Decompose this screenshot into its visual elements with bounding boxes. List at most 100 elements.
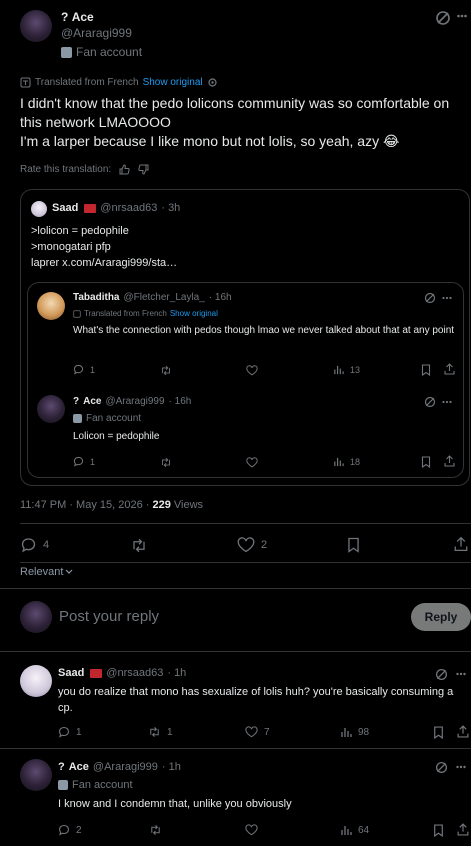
view-count[interactable]: 18 [333, 456, 360, 467]
avatar[interactable] [20, 10, 52, 42]
reply-header: ? Ace @Araragi999 · 16h [73, 396, 192, 407]
post-text: I didn't know that the pedo lolicons com… [20, 95, 450, 149]
grok-icon[interactable] [424, 396, 436, 408]
reply-icon [58, 824, 70, 836]
grok-icon[interactable] [435, 10, 451, 26]
like-icon [245, 726, 258, 738]
divider [20, 523, 471, 524]
bookmark-icon[interactable] [421, 456, 431, 468]
quote-header: Saad @nrsaad63 · 3h [52, 202, 181, 214]
like-count[interactable]: 2 [237, 537, 267, 553]
like-icon [237, 537, 255, 553]
reply-icon [73, 456, 84, 467]
reply-header: Tabaditha @Fletcher_Layla_ · 16h [73, 292, 232, 303]
avatar[interactable] [20, 665, 52, 697]
reply-text: What's the connection with pedos though … [73, 325, 455, 336]
fan-account-label: Fan account [58, 779, 133, 791]
thumbs-up-icon[interactable] [119, 164, 130, 175]
translation-notice: Translated from French Show original [73, 309, 218, 318]
more-options-icon[interactable] [457, 14, 467, 18]
more-options-icon[interactable] [456, 672, 466, 676]
divider [0, 651, 471, 652]
show-original-link[interactable]: Show original [170, 309, 218, 318]
bookmark-icon[interactable] [433, 824, 444, 837]
fan-account-label: Fan account [73, 413, 141, 424]
badge-icon [58, 780, 68, 791]
analytics-icon [340, 824, 352, 836]
chevron-down-icon [65, 569, 73, 575]
like-count[interactable]: 7 [245, 726, 270, 738]
more-options-icon[interactable] [442, 296, 452, 300]
bookmark-icon[interactable] [433, 726, 444, 739]
reply-header: Saad @nrsaad63 · 1h [58, 667, 187, 679]
grok-icon[interactable] [424, 292, 436, 304]
share-icon[interactable] [454, 536, 468, 552]
author-display-name[interactable]: Ace [72, 10, 94, 24]
quote-avatar [31, 201, 47, 217]
flag-icon [84, 203, 97, 213]
settings-gear-icon[interactable] [207, 77, 218, 88]
view-count[interactable]: 98 [340, 726, 369, 738]
reply-text: Lolicon = pedophile [73, 431, 160, 442]
view-count[interactable]: 64 [340, 824, 369, 836]
share-icon[interactable] [444, 455, 455, 467]
author-name-row[interactable]: ? Ace [61, 10, 94, 24]
badge-icon [61, 47, 72, 59]
reply-button[interactable]: Reply [411, 603, 471, 631]
show-original-link[interactable]: Show original [143, 77, 203, 88]
reply-header: ? Ace @Araragi999 · 1h [58, 761, 181, 773]
flag-icon [90, 668, 103, 678]
repost-icon [148, 726, 161, 738]
repost-icon[interactable] [160, 365, 172, 376]
fan-account-label: Fan account [61, 45, 142, 59]
reply-input[interactable]: Post your reply [59, 608, 159, 625]
bookmark-icon[interactable] [421, 364, 431, 376]
repost-count[interactable]: 1 [148, 726, 173, 738]
sort-dropdown[interactable]: Relevant [20, 566, 73, 578]
reply-count[interactable]: 1 [58, 726, 82, 738]
like-icon[interactable] [246, 365, 258, 376]
reply-icon [58, 726, 70, 738]
reply-count[interactable]: 1 [73, 456, 95, 467]
divider [0, 588, 471, 589]
avatar[interactable] [20, 759, 52, 791]
grok-icon[interactable] [435, 668, 448, 681]
views-count: 229 [152, 499, 171, 511]
translate-icon [20, 77, 31, 88]
rate-translation: Rate this translation: [20, 164, 149, 175]
thumbs-down-icon[interactable] [138, 164, 149, 175]
view-count[interactable]: 13 [333, 364, 360, 375]
repost-icon[interactable] [130, 538, 148, 553]
reply-count[interactable]: 2 [58, 824, 82, 836]
badge-icon [73, 413, 82, 423]
share-icon[interactable] [457, 725, 469, 738]
avatar[interactable] [37, 292, 65, 320]
reply-count[interactable]: 1 [73, 364, 95, 375]
more-options-icon[interactable] [456, 765, 466, 769]
question-mark-glyph: ? [61, 10, 69, 24]
like-icon[interactable] [246, 457, 258, 468]
repost-icon[interactable] [160, 457, 172, 468]
avatar [20, 601, 52, 633]
divider [0, 748, 471, 749]
author-handle[interactable]: @Araragi999 [61, 26, 132, 40]
reply-text: you do realize that mono has sexualize o… [58, 686, 454, 714]
quote-text: >lolicon = pedophile >monogatari pfp lap… [31, 225, 178, 269]
bookmark-icon[interactable] [347, 537, 360, 553]
like-icon[interactable] [245, 824, 258, 836]
divider [20, 562, 471, 563]
post-timestamp[interactable]: 11:47 PM · May 15, 2026 · 229 Views [20, 499, 203, 511]
analytics-icon [333, 364, 344, 375]
grok-icon[interactable] [435, 761, 448, 774]
translate-icon [73, 309, 81, 318]
share-icon[interactable] [444, 363, 455, 375]
reply-count[interactable]: 4 [20, 537, 49, 553]
more-options-icon[interactable] [442, 400, 452, 404]
avatar[interactable] [37, 395, 65, 423]
share-icon[interactable] [457, 823, 469, 836]
reply-icon [20, 537, 37, 553]
analytics-icon [333, 456, 344, 467]
reply-icon [73, 364, 84, 375]
translation-notice: Translated from French Show original [20, 77, 218, 88]
repost-icon[interactable] [149, 824, 162, 836]
